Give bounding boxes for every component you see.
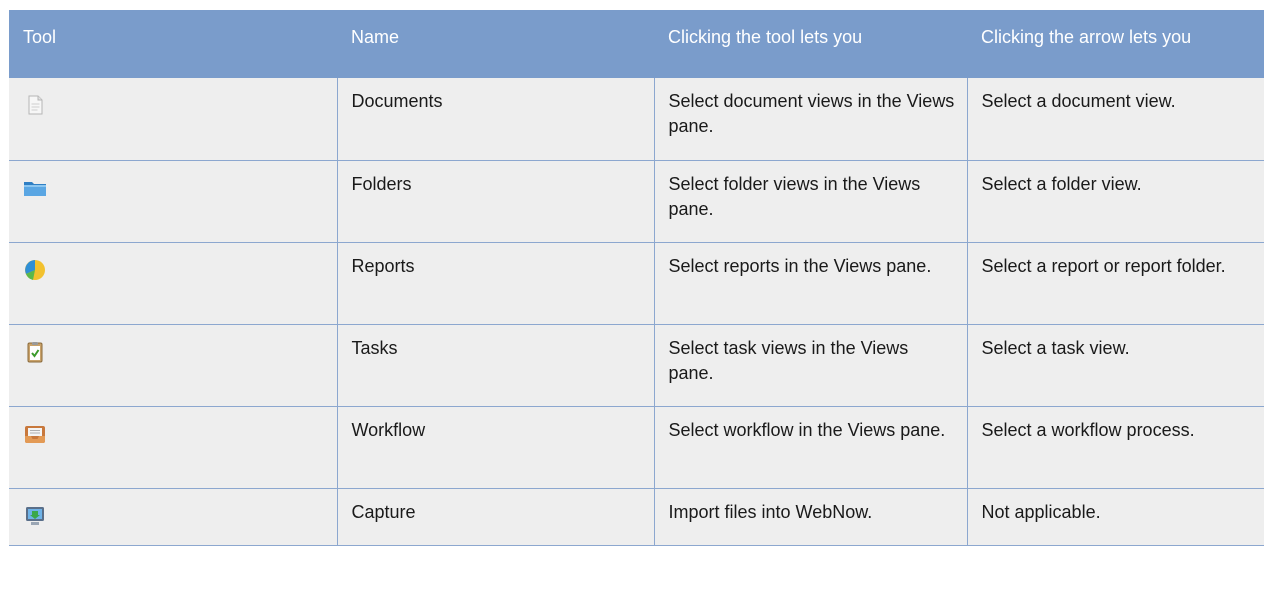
task-clipboard-icon <box>23 340 47 364</box>
arrow-action-cell: Select a report or report folder. <box>966 242 1264 325</box>
header-arrow-action: Clicking the arrow lets you <box>967 10 1264 78</box>
name-cell: Documents <box>336 78 654 161</box>
arrow-action-cell: Select a document view. <box>966 78 1264 161</box>
tool-cell <box>9 488 337 546</box>
arrow-action-cell: Select a folder view. <box>966 160 1264 243</box>
name-cell: Reports <box>336 242 654 325</box>
header-tool: Tool <box>9 10 337 78</box>
table-header-row: Tool Name Clicking the tool lets you Cli… <box>9 10 1264 78</box>
name-cell: Workflow <box>336 406 654 489</box>
tool-cell <box>9 324 337 407</box>
arrow-action-cell: Select a task view. <box>966 324 1264 407</box>
tool-action-cell: Select reports in the Views pane. <box>653 242 967 325</box>
arrow-action-cell: Not applicable. <box>966 488 1264 546</box>
folder-icon <box>23 176 47 200</box>
table-row: Folders Select folder views in the Views… <box>9 160 1264 243</box>
tool-action-cell: Select folder views in the Views pane. <box>653 160 967 243</box>
name-cell: Folders <box>336 160 654 243</box>
workflow-inbox-icon <box>23 422 47 446</box>
table-row: Tasks Select task views in the Views pan… <box>9 324 1264 407</box>
tool-action-cell: Select document views in the Views pane. <box>653 78 967 161</box>
name-cell: Tasks <box>336 324 654 407</box>
tools-table: Tool Name Clicking the tool lets you Cli… <box>9 10 1264 546</box>
tool-cell <box>9 406 337 489</box>
tools-table-container: Tool Name Clicking the tool lets you Cli… <box>9 10 1264 546</box>
table-row: Workflow Select workflow in the Views pa… <box>9 406 1264 489</box>
tool-cell <box>9 160 337 243</box>
capture-scanner-icon <box>23 504 47 528</box>
table-row: Reports Select reports in the Views pane… <box>9 242 1264 325</box>
document-icon <box>23 93 47 117</box>
tool-action-cell: Select workflow in the Views pane. <box>653 406 967 489</box>
header-tool-action: Clicking the tool lets you <box>654 10 967 78</box>
table-row: Documents Select document views in the V… <box>9 78 1264 161</box>
table-row: Capture Import files into WebNow. Not ap… <box>9 488 1264 546</box>
tool-cell <box>9 78 337 161</box>
tool-cell <box>9 242 337 325</box>
arrow-action-cell: Select a workflow process. <box>966 406 1264 489</box>
tool-action-cell: Import files into WebNow. <box>653 488 967 546</box>
report-pie-icon <box>23 258 47 282</box>
name-cell: Capture <box>336 488 654 546</box>
header-name: Name <box>337 10 654 78</box>
tool-action-cell: Select task views in the Views pane. <box>653 324 967 407</box>
